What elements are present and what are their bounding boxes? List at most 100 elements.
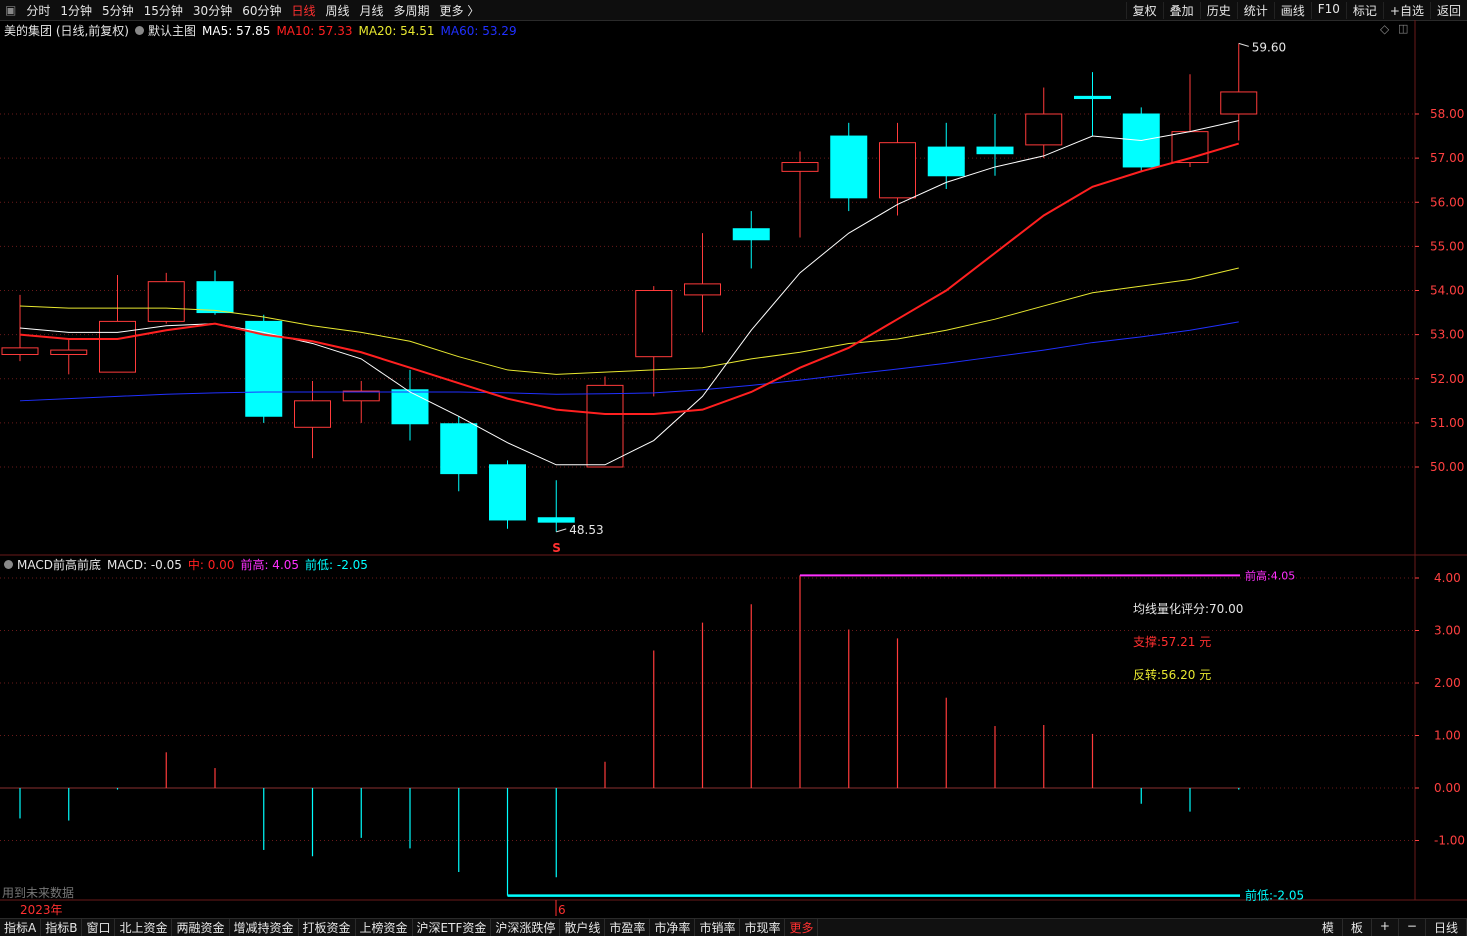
price-tick-label: 51.00 [1430, 416, 1464, 430]
year-label: 2023年 [20, 903, 63, 917]
candle-body-up [342, 390, 380, 402]
price-tick-label: 58.00 [1430, 107, 1464, 121]
period-tab[interactable]: 60分钟 [237, 2, 286, 19]
bottom-control-button[interactable]: 板 [1343, 919, 1372, 936]
high-price-label: 59.60 [1252, 40, 1286, 54]
quant-score: 均线量化评分:70.00 [1133, 602, 1243, 616]
candle-body-down [976, 146, 1014, 155]
indicator-tab[interactable]: 市净率 [650, 919, 696, 936]
indicator-tab[interactable]: 两融资金 [172, 919, 230, 936]
toolbar-action-button[interactable]: 返回 [1429, 1, 1467, 19]
indicator-tab[interactable]: 指标A [0, 919, 42, 936]
period-tab[interactable]: 30分钟 [188, 2, 237, 19]
price-tick-label: 55.00 [1430, 239, 1464, 253]
toolbar-actions: 复权 叠加 历史 统计 画线 F10 标记 +自选 返回 [1125, 1, 1467, 19]
ma10-line [19, 142, 1240, 416]
candle-body-down [732, 228, 770, 241]
indicator-tab[interactable]: 沪深涨跌停 [491, 919, 561, 936]
candle-body-down [537, 517, 575, 523]
toolbar-action-button[interactable]: F10 [1310, 1, 1346, 19]
bottom-control-button[interactable]: + [1372, 919, 1399, 936]
candle-body-up [684, 283, 721, 296]
bottom-control-button[interactable]: 日线 [1426, 919, 1467, 936]
price-tick-label: 57.00 [1430, 151, 1464, 165]
candle-body-up [635, 290, 673, 358]
prev-high-tag: 前高:4.05 [1245, 568, 1295, 582]
macd-tick-label: -1.00 [1434, 834, 1465, 848]
indicator-tab[interactable]: 打板资金 [299, 919, 356, 936]
indicator-tab[interactable]: 增减持资金 [230, 919, 299, 936]
window-icon[interactable]: ▣ [0, 3, 21, 17]
toolbar-action-button[interactable]: 标记 [1345, 1, 1383, 19]
low-price-label: 48.53 [569, 523, 603, 537]
indicator-tab[interactable]: 市销率 [695, 919, 741, 936]
toolbar-action-button[interactable]: +自选 [1382, 1, 1430, 19]
candle-body-down [1074, 95, 1111, 100]
indicator-tab[interactable]: 窗口 [82, 919, 116, 936]
price-tick-label: 52.00 [1430, 372, 1464, 386]
period-tabs: 分时 1分钟 5分钟 15分钟 30分钟 60分钟 日线 周线 月线 多周期 更多 〉 [21, 2, 484, 19]
toolbar-action-button[interactable]: 画线 [1273, 1, 1311, 19]
period-tab[interactable]: 多周期 [389, 2, 435, 19]
indicator-tab[interactable]: 更多 [785, 919, 819, 936]
indicator-tab[interactable]: 北上资金 [115, 919, 173, 936]
candle-body-up [99, 320, 136, 373]
toolbar-action-button[interactable]: 叠加 [1162, 1, 1200, 19]
macd-tick-label: 2.00 [1434, 676, 1461, 690]
indicator-tab[interactable]: 市现率 [740, 919, 786, 936]
period-tab[interactable]: 月线 [355, 2, 389, 19]
price-tick-label: 54.00 [1430, 284, 1464, 298]
period-tab[interactable]: 分时 [21, 2, 55, 19]
price-tick-label: 56.00 [1430, 195, 1464, 209]
bottom-right-controls: 模板 + − 日线 [1314, 919, 1467, 936]
period-tab[interactable]: 周线 [321, 2, 355, 19]
toolbar-action-button[interactable]: 统计 [1236, 1, 1274, 19]
month-label: 6 [558, 903, 566, 917]
reversal-price: 反转:56.20 元 [1133, 667, 1211, 682]
indicator-tab[interactable]: 沪深ETF资金 [413, 919, 492, 936]
candle-body-down [830, 135, 868, 199]
indicator-tab[interactable]: 散户线 [560, 919, 606, 936]
ma60-line [19, 321, 1239, 402]
candle-body-up [781, 162, 819, 172]
future-data-note: 用到未来数据 [2, 885, 74, 900]
candle-body-up [147, 281, 185, 322]
indicator-tab[interactable]: 指标B [41, 919, 83, 936]
period-tab[interactable]: 更多 〉 [435, 2, 485, 19]
candle-body-up [586, 384, 624, 468]
candle-body-up [1, 347, 39, 355]
period-tab[interactable]: 1分钟 [55, 2, 97, 19]
sell-signal-marker: S [552, 541, 561, 555]
candle-body-down [196, 281, 234, 314]
support-price: 支撑:57.21 元 [1133, 634, 1211, 649]
macd-tick-label: 3.00 [1434, 624, 1461, 638]
toolbar-action-button[interactable]: 复权 [1125, 1, 1163, 19]
indicator-tabs: 指标A 指标B 窗口 北上资金 两融资金 增减持资金 打板资金 上榜资金 沪深ETF资金 沪深涨跌… [0, 919, 819, 936]
chart-area[interactable]: 50.00 51.00 52.00 53.00 54.00 55.00 56.00 57.00… [0, 20, 1467, 918]
bottom-control-button[interactable]: − [1399, 919, 1426, 936]
indicator-tab[interactable]: 上榜资金 [356, 919, 413, 936]
macd-tick-label: 0.00 [1434, 781, 1461, 795]
price-tick-label: 53.00 [1430, 328, 1464, 342]
candle-body-up [1220, 91, 1258, 115]
indicator-tabbar: 指标A 指标B 窗口 北上资金 两融资金 增减持资金 打板资金 上榜资金 沪深ETF资金 沪深涨跌… [0, 918, 1467, 936]
candle-body-down [489, 464, 526, 521]
high-pointer [1238, 42, 1249, 47]
price-tick-label: 50.00 [1430, 460, 1464, 474]
macd-tick-label: 1.00 [1434, 729, 1461, 743]
low-pointer [556, 528, 567, 533]
indicator-tab[interactable]: 市盈率 [605, 919, 651, 936]
period-toolbar: ▣ 分时 1分钟 5分钟 15分钟 30分钟 60分钟 日线 周线 月线 多周期 更多 〉 复权 叠加… [0, 0, 1467, 21]
candle-body-down [927, 146, 965, 177]
macd-tick-label: 4.00 [1434, 571, 1461, 585]
candle-body-up [879, 142, 916, 199]
period-tab[interactable]: 15分钟 [139, 2, 188, 19]
candle-body-down [391, 389, 429, 425]
bottom-control-button[interactable]: 模 [1314, 919, 1343, 936]
period-tab[interactable]: 5分钟 [97, 2, 139, 19]
candle-body-down [440, 423, 478, 475]
prev-low-tag: 前低:-2.05 [1245, 888, 1304, 903]
candle-body-up [1025, 113, 1063, 146]
period-tab[interactable]: 日线 [286, 2, 320, 19]
toolbar-action-button[interactable]: 历史 [1199, 1, 1237, 19]
